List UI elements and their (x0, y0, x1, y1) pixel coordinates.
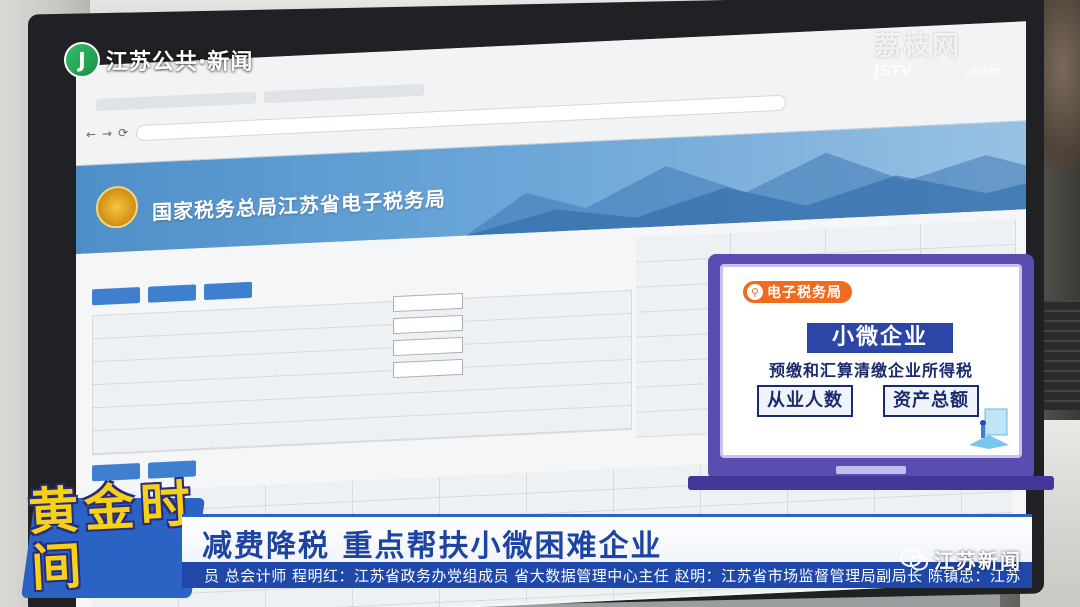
form-input[interactable] (393, 336, 463, 357)
watermark-domain: .com (966, 64, 1002, 79)
watermark-sub: JSTV (874, 62, 913, 80)
search-label: 电子税务局 (767, 285, 842, 301)
wechat-icon (900, 548, 928, 570)
search-icon: ⚲ (747, 284, 763, 300)
channel-logo: J 江苏公共·新闻 (64, 42, 253, 78)
form-button[interactable] (204, 281, 252, 301)
form-input[interactable] (393, 314, 463, 335)
form-table (92, 289, 632, 456)
info-card: ⚲ 电子税务局 小微企业 预缴和汇算清缴企业所得税 从业人数 资产总额 (688, 254, 1054, 490)
social-tag: 江苏新闻 (900, 545, 1022, 574)
browser-nav-icons: ←→⟳ (86, 125, 135, 142)
form-button-row (92, 281, 252, 306)
sme-title: 小微企业 (807, 323, 953, 353)
browser-tabs (96, 83, 436, 113)
program-logo-text: 黄金时间 (26, 474, 198, 598)
tax-emblem-icon (96, 185, 138, 230)
headline-text: 减费降税 重点帮扶小微困难企业 (202, 529, 663, 564)
channel-name: 江苏公共·新闻 (106, 50, 254, 75)
form-input[interactable] (393, 358, 463, 379)
person-illustration-icon (969, 408, 1009, 449)
form-input[interactable] (393, 292, 463, 313)
program-logo: 黄金时间 (12, 475, 208, 602)
tax-site-title: 国家税务总局江苏省电子税务局 (152, 186, 446, 225)
tag-employees: 从业人数 (757, 385, 853, 417)
sme-description: 预缴和汇算清缴企业所得税 (768, 361, 973, 380)
info-card-base (688, 476, 1054, 490)
search-pill: ⚲ 电子税务局 (743, 281, 852, 303)
social-label: 江苏新闻 (934, 549, 1022, 573)
browser-tab (96, 91, 256, 112)
channel-logo-icon: J (64, 42, 100, 78)
browser-tab (264, 83, 424, 104)
form-button[interactable] (92, 287, 140, 306)
form-button[interactable] (148, 284, 196, 303)
info-card-screen: ⚲ 电子税务局 小微企业 预缴和汇算清缴企业所得税 从业人数 资产总额 (720, 264, 1022, 458)
info-card-stand (836, 466, 906, 474)
watermark-main: 荔枝网 (874, 31, 961, 62)
ticker-text: 员 总会计师 程明红：江苏省政务办党组成员 省大数据管理中心主任 赵明：江苏省市… (204, 567, 1021, 585)
